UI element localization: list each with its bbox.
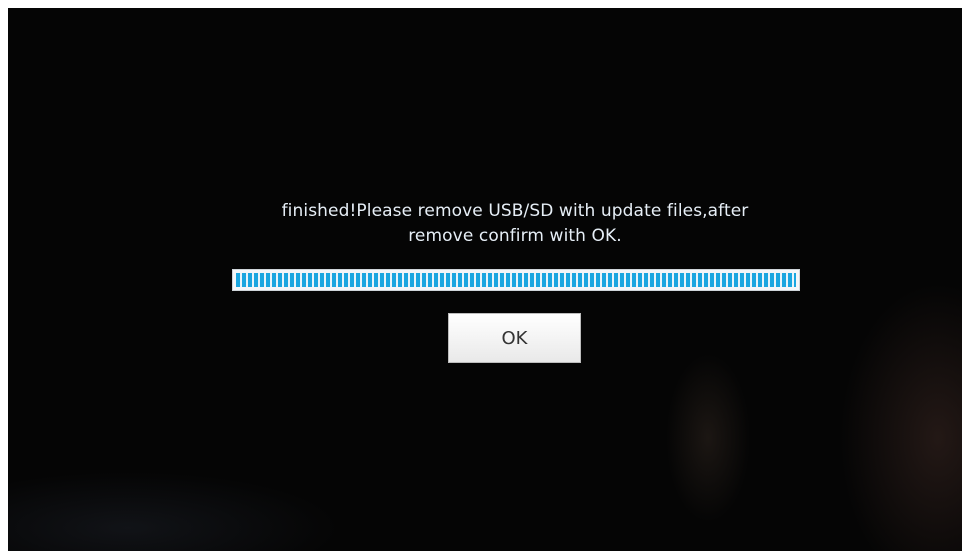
ok-button[interactable]: OK — [448, 313, 581, 363]
progress-bar-fill — [236, 273, 796, 287]
update-status-message: finished!Please remove USB/SD with updat… — [230, 199, 800, 249]
device-screen: finished!Please remove USB/SD with updat… — [8, 8, 962, 551]
message-line-2: remove confirm with OK. — [408, 226, 622, 246]
update-progress-bar — [232, 269, 800, 291]
message-line-1: finished!Please remove USB/SD with updat… — [281, 201, 749, 221]
photo-frame: finished!Please remove USB/SD with updat… — [0, 0, 970, 551]
